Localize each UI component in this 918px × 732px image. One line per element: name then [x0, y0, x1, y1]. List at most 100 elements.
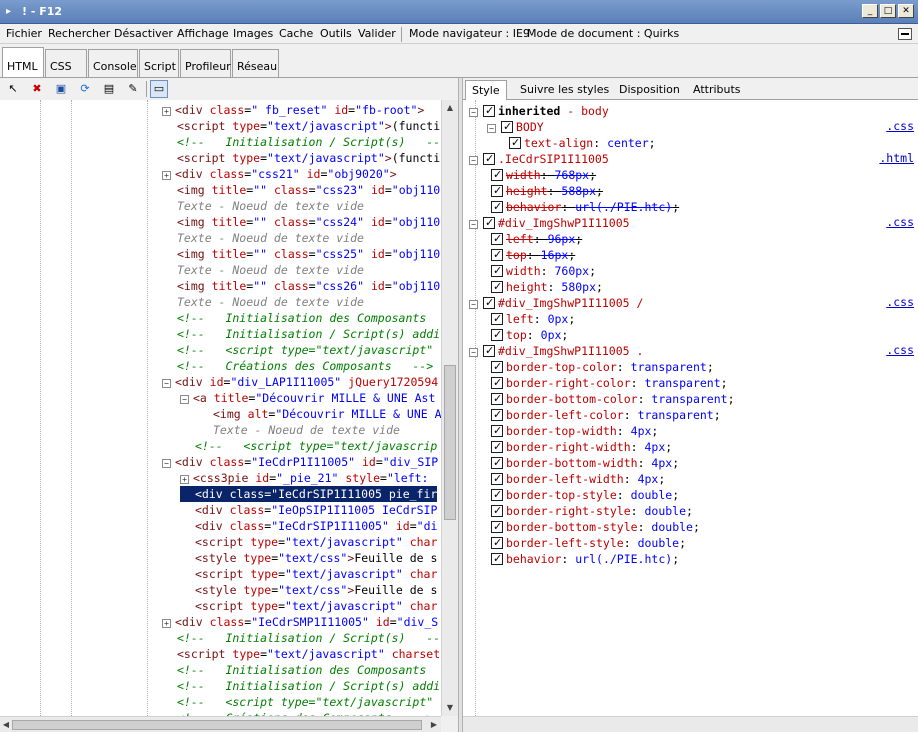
style-property[interactable]: border-left-color: transparent;	[487, 407, 721, 423]
collapse-icon[interactable]: −	[162, 379, 171, 388]
checkbox-icon[interactable]	[491, 487, 503, 503]
collapse-icon[interactable]: −	[469, 156, 478, 165]
dom-node[interactable]: <!-- Initialisation / Script(s) addi	[162, 678, 440, 694]
checkbox-icon[interactable]	[483, 151, 495, 167]
close-button[interactable]: ✕	[898, 4, 914, 18]
dom-node[interactable]: − <div class="IeCdrP1I11005" id="div_SIP	[162, 454, 438, 470]
style-property[interactable]: border-left-width: 4px;	[487, 471, 665, 487]
dom-node[interactable]: + <div class=" fb_reset" id="fb-root">	[162, 102, 424, 118]
checkbox-icon[interactable]	[491, 423, 503, 439]
style-property[interactable]: border-top-style: double;	[487, 487, 679, 503]
style-property[interactable]: width: 768px;	[487, 167, 596, 183]
scroll-right-icon[interactable]: ▶	[428, 719, 440, 731]
style-property[interactable]: text-align: center;	[505, 135, 656, 151]
checkbox-icon[interactable]	[491, 247, 503, 263]
style-rule[interactable]: −#div_ImgShwP1I11005 /	[469, 295, 643, 311]
tab-console[interactable]: Console	[88, 49, 138, 78]
scroll-down-icon[interactable]: ▼	[444, 702, 456, 714]
dom-node[interactable]: <img title="" class="css25" id="obj110	[162, 246, 440, 262]
collapse-icon[interactable]: −	[487, 124, 496, 133]
collapse-icon[interactable]: −	[162, 459, 171, 468]
style-property[interactable]: width: 760px;	[487, 263, 596, 279]
dom-node[interactable]: <script type="text/javascript" char	[180, 598, 437, 614]
style-property[interactable]: border-bottom-color: transparent;	[487, 391, 735, 407]
dom-node[interactable]: <!-- <script type="text/javascrip	[180, 438, 437, 454]
collapse-icon[interactable]: −	[469, 300, 478, 309]
dom-node[interactable]: <div class="IeOpSIP1I11005 IeCdrSIP	[180, 502, 437, 518]
dom-node[interactable]: <script type="text/javascript">(functi	[162, 150, 440, 166]
checkbox-icon[interactable]	[491, 519, 503, 535]
dom-node[interactable]: Texte - Noeud de texte vide	[198, 422, 400, 438]
menu-desactiver[interactable]: Désactiver	[114, 27, 173, 40]
checkbox-icon[interactable]	[491, 439, 503, 455]
checkbox-icon[interactable]	[491, 231, 503, 247]
dom-node[interactable]: <script type="text/javascript">(functi	[162, 118, 440, 134]
menu-affichage[interactable]: Affichage	[177, 27, 229, 40]
menu-fichier[interactable]: Fichier	[6, 27, 42, 40]
checkbox-icon[interactable]	[491, 279, 503, 295]
dom-node[interactable]: Texte - Noeud de texte vide	[162, 262, 364, 278]
scroll-left-icon[interactable]: ◀	[0, 719, 12, 731]
tab-profileur[interactable]: Profileur	[180, 49, 231, 78]
dom-tree[interactable]: + <div class=" fb_reset" id="fb-root"> <sc…	[0, 100, 458, 716]
dom-node[interactable]: <style type="text/css">Feuille de s	[180, 582, 437, 598]
style-property[interactable]: border-left-style: double;	[487, 535, 686, 551]
checkbox-icon[interactable]	[491, 183, 503, 199]
expand-icon[interactable]: +	[162, 619, 171, 628]
style-property[interactable]: height: 588px;	[487, 183, 603, 199]
style-property[interactable]: top: 0px;	[487, 327, 568, 343]
checkbox-icon[interactable]	[491, 359, 503, 375]
checkbox-icon[interactable]	[483, 215, 495, 231]
dom-node[interactable]: + <css3pie id="_pie_21" style="left:	[180, 470, 428, 486]
dom-node[interactable]: <!-- <script type="text/javascript"	[162, 342, 433, 358]
checkbox-icon[interactable]	[491, 199, 503, 215]
scroll-thumb[interactable]	[444, 365, 456, 520]
menu-rechercher[interactable]: Rechercher	[48, 27, 110, 40]
collapse-icon[interactable]: −	[469, 220, 478, 229]
checkbox-icon[interactable]	[501, 119, 513, 135]
tab-script[interactable]: Script	[139, 49, 179, 78]
dom-node[interactable]: <img title="" class="css26" id="obj110	[162, 278, 440, 294]
tab-disposition[interactable]: Disposition	[613, 80, 686, 100]
menu-valider[interactable]: Valider	[358, 27, 396, 40]
stylesheet-source-link[interactable]: .css	[886, 215, 914, 229]
word-wrap-icon[interactable]: ▭	[150, 80, 168, 98]
dom-node[interactable]: <img title="" class="css23" id="obj110	[162, 182, 440, 198]
style-property[interactable]: left: 96px;	[487, 231, 582, 247]
dom-node[interactable]: <!-- Initialisation / Script(s) --	[162, 630, 440, 646]
style-rule[interactable]: −#div_ImgShwP1I11005	[469, 215, 630, 231]
dom-node[interactable]: <!-- Initialisation des Composants	[162, 310, 426, 326]
style-property[interactable]: border-bottom-style: double;	[487, 519, 700, 535]
browser-mode-menu[interactable]: Mode navigateur : IE9	[409, 27, 530, 40]
tab-attributs[interactable]: Attributs	[687, 80, 747, 100]
checkbox-icon[interactable]	[491, 551, 503, 567]
checkbox-icon[interactable]	[483, 343, 495, 359]
dom-node[interactable]: <!-- Initialisation des Composants	[162, 662, 426, 678]
dom-node[interactable]: Texte - Noeud de texte vide	[162, 198, 364, 214]
dom-element-source-icon[interactable]: ▤	[100, 80, 118, 98]
checkbox-icon[interactable]	[483, 295, 495, 311]
expand-icon[interactable]: +	[162, 107, 171, 116]
dom-tree-horizontal-scrollbar[interactable]: ◀ ▶	[0, 716, 441, 732]
dom-node[interactable]: <script type="text/javascript" char	[180, 534, 437, 550]
style-property[interactable]: border-top-color: transparent;	[487, 359, 714, 375]
save-icon[interactable]: ▣	[52, 80, 70, 98]
collapse-icon[interactable]: −	[469, 108, 478, 117]
tab-html[interactable]: HTML	[2, 47, 44, 78]
scroll-thumb[interactable]	[12, 720, 422, 730]
dom-tree-vertical-scrollbar[interactable]: ▲ ▼	[441, 100, 458, 716]
maximize-button[interactable]: □	[880, 4, 896, 18]
stylesheet-source-link[interactable]: .css	[886, 343, 914, 357]
dom-node[interactable]: − <a title="Découvrir MILLE & UNE Ast	[180, 390, 435, 406]
menu-images[interactable]: Images	[233, 27, 273, 40]
dom-node[interactable]: <!-- <script type="text/javascript"	[162, 694, 433, 710]
style-rules-panel[interactable]: −inherited - body−BODY .css text-align: ce…	[463, 100, 918, 716]
menu-cache[interactable]: Cache	[279, 27, 313, 40]
dom-node[interactable]: <!-- Créations des Composants -->	[162, 358, 433, 374]
style-rule[interactable]: −#div_ImgShwP1I11005 .	[469, 343, 643, 359]
minimize-button[interactable]: _	[862, 4, 878, 18]
stylesheet-source-link[interactable]: .css	[886, 119, 914, 133]
style-property[interactable]: height: 580px;	[487, 279, 603, 295]
dom-node[interactable]: + <div class="css21" id="obj9020">	[162, 166, 397, 182]
stylesheet-source-link[interactable]: .css	[886, 295, 914, 309]
